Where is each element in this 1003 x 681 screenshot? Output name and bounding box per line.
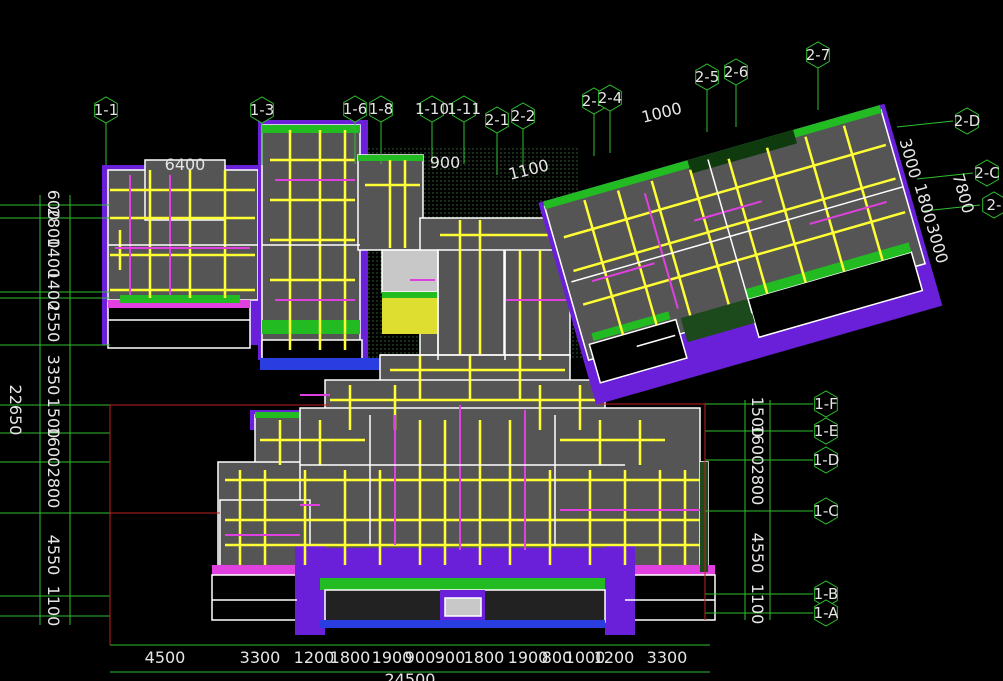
dimension-text: 1100 [748, 584, 767, 625]
dimension-text: 1000 [640, 99, 684, 127]
axis-bubble[interactable]: 2- [982, 191, 1003, 219]
axis-bubble-label: 1-C [813, 502, 838, 520]
axis-bubble-label: 2-2 [511, 107, 536, 125]
slab-panel [444, 597, 482, 617]
dimension-text: 1100 [44, 586, 63, 627]
axis-bubble-label: 2-1 [485, 111, 510, 129]
axis-bubble[interactable]: 1-3 [250, 96, 275, 124]
axis-bubble[interactable]: 1-D [813, 446, 840, 474]
wall-segment [320, 620, 605, 628]
axis-bubble[interactable]: 1-E [814, 417, 838, 445]
axis-bubble-label: 2- [987, 196, 1002, 214]
cad-canvas[interactable]: 1-1 1-3 1-6 1-8 1-101-112-1 2-22-32-42-5 2-62-… [0, 0, 1003, 681]
axis-bubble-label: 2-D [954, 112, 981, 130]
wall-segment [700, 462, 708, 572]
dimension-text: 1800 [330, 648, 371, 667]
axis-bubble[interactable]: 1-6 [343, 95, 368, 123]
axis-bubble-label: 1-D [813, 451, 840, 469]
dimension-text: 4550 [44, 535, 63, 576]
rotated-wing-structure [538, 103, 943, 405]
slab-panel [211, 574, 298, 621]
slab-panel [107, 301, 251, 349]
axis-bubble-label: 1-1 [94, 101, 119, 119]
dimension-text: 2800 [748, 465, 767, 506]
axis-bubble[interactable]: 2-1 [485, 106, 510, 134]
dimension-text: 3300 [647, 648, 688, 667]
axis-bubble[interactable]: 1-C [813, 497, 839, 525]
slab-panel [624, 574, 716, 621]
dimension-text: 4500 [145, 648, 186, 667]
axis-bubble-label: 2-7 [806, 46, 831, 64]
dimension-text: 900 [435, 648, 466, 667]
axis-bubble-label: 1-A [814, 604, 840, 622]
dimension-text: 3350 [44, 355, 63, 396]
axis-bubble-label: 2-C [974, 164, 999, 182]
axis-bubble-label: 2-6 [724, 63, 749, 81]
dimension-text: 900 [430, 153, 461, 172]
wall-segment [120, 295, 240, 303]
wall-segment [382, 298, 438, 334]
axis-bubble[interactable]: 1-1 [94, 96, 119, 124]
dimension-text: 1600 [748, 425, 767, 466]
wall-segment [382, 292, 438, 298]
axis-bubble[interactable]: 2-2 [511, 102, 536, 130]
axis-bubble-label: 1-11 [447, 100, 481, 118]
dimension-text: 24500 [385, 670, 436, 681]
slab-panel [381, 249, 439, 293]
axis-bubble[interactable]: 1-10 [415, 95, 449, 123]
axis-bubble[interactable]: 1-A [814, 599, 840, 627]
axis-bubble[interactable]: 1-11 [447, 95, 481, 123]
axis-bubble[interactable]: 2-6 [724, 58, 749, 86]
axis-line [896, 120, 954, 128]
axis-bubble-label: 1-6 [343, 100, 368, 118]
dimension-text: 1200 [294, 648, 335, 667]
dimension-text: 6400 [165, 155, 206, 174]
wall-segment [320, 578, 605, 590]
dimension-text: 22650 [6, 385, 25, 436]
slab-panel [261, 339, 363, 361]
axis-bubble-label: 2-5 [695, 68, 720, 86]
axis-bubble[interactable]: 2-7 [806, 41, 831, 69]
axis-bubble[interactable]: 2-C [974, 159, 1000, 187]
wall-segment [260, 358, 380, 370]
axis-bubble[interactable]: 1-8 [369, 95, 394, 123]
axis-bubble-label: 1-3 [250, 101, 275, 119]
axis-bubble[interactable]: 2-D [954, 107, 981, 135]
dimension-text: 2800 [44, 468, 63, 509]
dimension-text: 1200 [594, 648, 635, 667]
dimension-text: 3300 [240, 648, 281, 667]
slab-panel [437, 249, 505, 361]
dimension-text: 1600 [44, 427, 63, 468]
axis-bubble-label: 1-E [814, 422, 838, 440]
dimension-text: 900 [405, 648, 436, 667]
axis-bubble-label: 1-F [814, 395, 838, 413]
dimension-text: 1800 [464, 648, 505, 667]
axis-bubble-label: 2-4 [598, 89, 623, 107]
axis-bubble[interactable]: 1-F [814, 390, 838, 418]
axis-bubble-label: 1-10 [415, 100, 449, 118]
dimension-text: 2550 [44, 302, 63, 343]
wall-segment [605, 545, 635, 635]
dimension-text: 4550 [748, 533, 767, 574]
axis-bubble[interactable]: 2-5 [695, 63, 720, 91]
axis-bubble-label: 1-8 [369, 100, 394, 118]
